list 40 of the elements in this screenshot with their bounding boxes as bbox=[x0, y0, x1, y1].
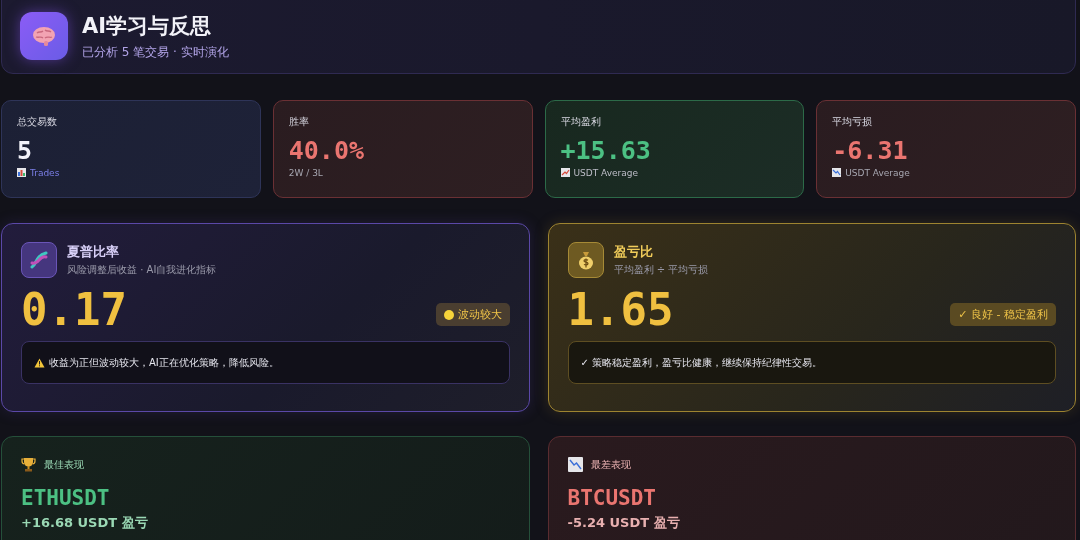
stat-value: 40.0% bbox=[288, 137, 365, 165]
stat-caption: USDT Average bbox=[573, 167, 639, 178]
stat-caption: 2W / 3L bbox=[288, 167, 323, 178]
metric-subtitle: 风险调整后收益 · AI自我进化指标 bbox=[67, 263, 217, 277]
metric-title: 盈亏比 bbox=[613, 243, 654, 261]
trend-down-icon bbox=[567, 457, 583, 472]
pnl-text: +16.68 USDT 盈亏 bbox=[21, 514, 149, 532]
pnl-text: -5.24 USDT 盈亏 bbox=[567, 514, 681, 532]
badge-label: ✓ 良好 - 稳定盈利 bbox=[958, 307, 1048, 322]
metric-value: 0.17 bbox=[21, 284, 127, 335]
page-title: AI学习与反思 bbox=[82, 12, 213, 40]
stat-label: 平均亏损 bbox=[832, 115, 874, 129]
warning-icon bbox=[34, 357, 45, 368]
trend-down-icon bbox=[832, 168, 842, 177]
note-text: 收益为正但波动较大，AI正在优化策略，降低风险。 bbox=[49, 355, 279, 370]
note-text: ✓ 策略稳定盈利，盈亏比健康，继续保持纪律性交易。 bbox=[580, 355, 823, 370]
stat-label: 平均盈利 bbox=[560, 115, 602, 129]
metric-title: 夏普比率 bbox=[67, 243, 120, 261]
dna-icon bbox=[21, 242, 57, 278]
trend-up-icon bbox=[560, 168, 570, 177]
trophy-icon bbox=[21, 457, 36, 472]
metric-value: 1.65 bbox=[567, 284, 674, 335]
metric-subtitle: 平均盈利 ÷ 平均亏损 bbox=[613, 263, 709, 277]
money-bag-icon bbox=[567, 242, 604, 278]
stat-caption: USDT Average bbox=[845, 167, 910, 178]
performance-title: 最差表现 bbox=[590, 457, 631, 472]
stat-value: +15.63 bbox=[560, 137, 652, 165]
stat-value: 5 bbox=[17, 137, 34, 165]
circle-icon bbox=[443, 309, 454, 320]
brain-icon bbox=[20, 12, 68, 60]
badge-label: 波动较大 bbox=[457, 307, 502, 322]
stat-label: 胜率 bbox=[288, 115, 310, 129]
symbol-name: BTCUSDT bbox=[567, 486, 657, 510]
performance-title: 最佳表现 bbox=[44, 457, 84, 472]
stat-value: -6.31 bbox=[832, 137, 909, 165]
stat-caption: Trades bbox=[30, 167, 60, 178]
bar-chart-icon bbox=[17, 168, 26, 177]
stat-label: 总交易数 bbox=[17, 115, 58, 129]
symbol-name: ETHUSDT bbox=[21, 486, 111, 510]
page-subtitle: 已分析 5 笔交易 · 实时演化 bbox=[82, 43, 229, 61]
